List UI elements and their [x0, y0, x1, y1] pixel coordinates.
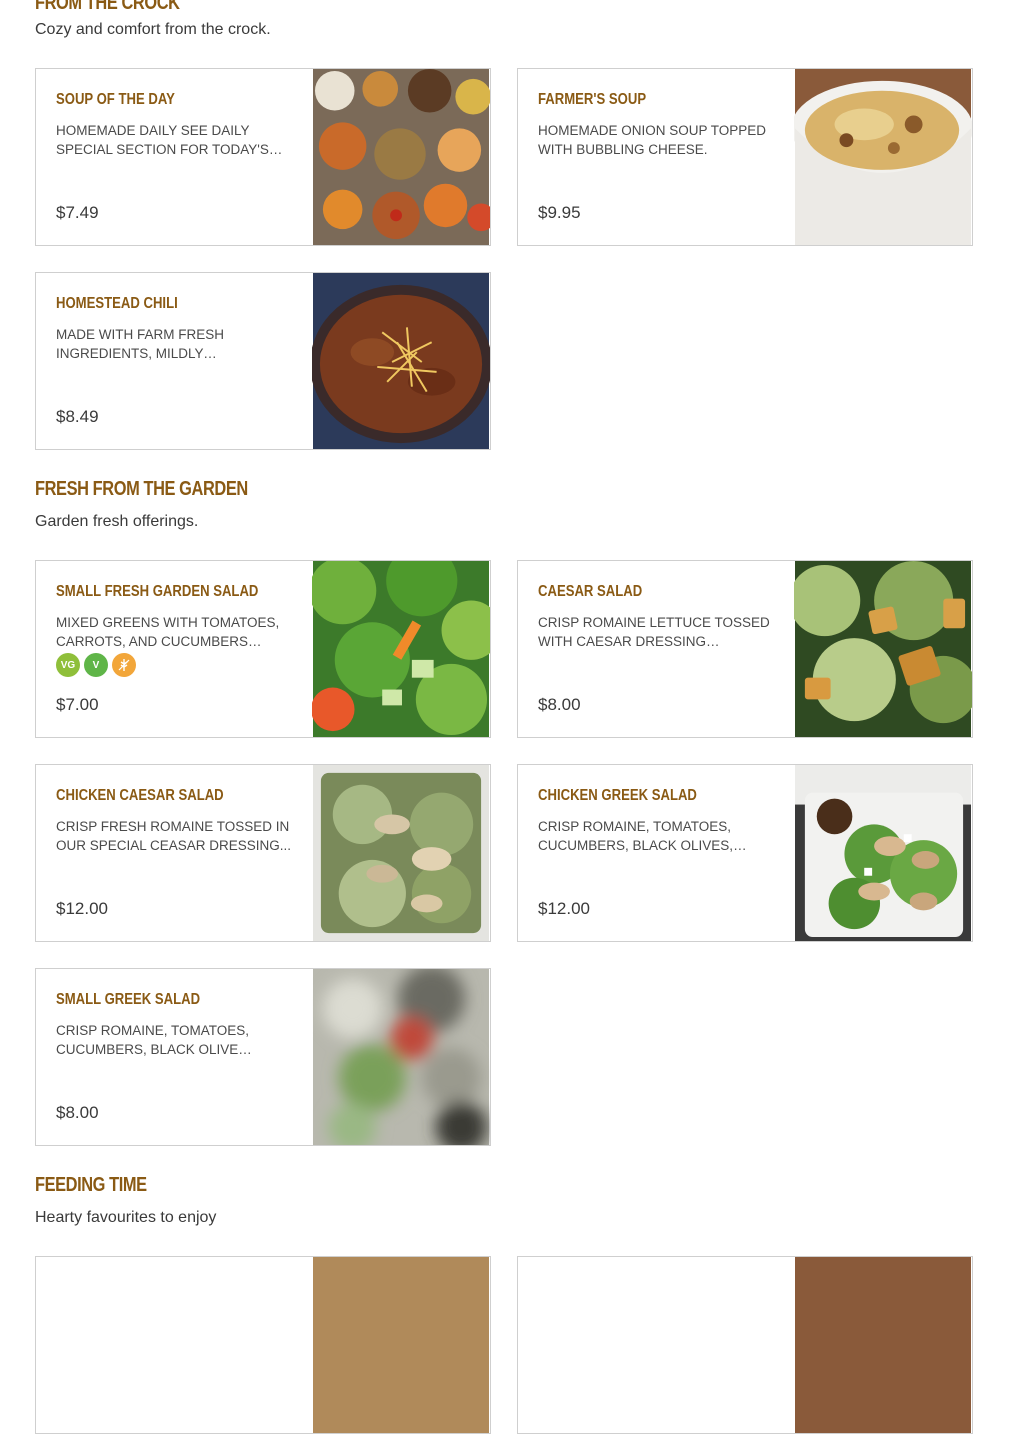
- section-subtitle-garden: Garden fresh offerings.: [35, 513, 199, 530]
- menu-item-card[interactable]: [517, 1256, 973, 1434]
- menu-item-name: CHICKEN GREEK SALAD: [538, 787, 697, 804]
- farmers-soup-image: [794, 69, 972, 245]
- menu-item-image: [794, 1257, 972, 1433]
- section-title-crock: FROM THE CROCK: [35, 0, 180, 14]
- menu-item-description: HOMEMADE ONION SOUP TOPPED WITH BUBBLING…: [538, 123, 767, 157]
- menu-item-price: $12.00: [56, 899, 108, 918]
- menu-item-price: $8.00: [538, 695, 581, 714]
- small-greek-salad-image: [312, 969, 490, 1145]
- vegan-icon: VG: [56, 653, 80, 677]
- chicken-greek-salad-image: [794, 765, 972, 941]
- menu-item-price: $9.95: [538, 203, 581, 222]
- vegetarian-icon: V: [84, 653, 108, 677]
- section-subtitle-crock: Cozy and comfort from the crock.: [35, 21, 271, 38]
- menu-item-name: SOUP OF THE DAY: [56, 91, 175, 108]
- menu-item-image: [312, 1257, 490, 1433]
- menu-item-card[interactable]: [35, 1256, 491, 1434]
- menu-item-description: CRISP ROMAINE LETTUCE TOSSED WITH CAESAR…: [538, 615, 770, 649]
- menu-item-name: HOMESTEAD CHILI: [56, 295, 178, 312]
- menu-item-price: $8.49: [56, 407, 99, 426]
- menu-item-name: CHICKEN CAESAR SALAD: [56, 787, 224, 804]
- menu-item-name: SMALL GREEK SALAD: [56, 991, 201, 1008]
- menu-item-card[interactable]: CAESAR SALAD CRISP ROMAINE LETTUCE TOSSE…: [517, 560, 973, 738]
- homestead-chili-image: [312, 273, 490, 449]
- menu-item-card[interactable]: SMALL GREEK SALAD CRISP ROMAINE, TOMATOE…: [35, 968, 491, 1146]
- section-title-garden: FRESH FROM THE GARDEN: [35, 478, 248, 500]
- menu-item-card[interactable]: CHICKEN GREEK SALAD CRISP ROMAINE, TOMAT…: [517, 764, 973, 942]
- caesar-salad-image: [794, 561, 972, 737]
- menu-item-price: $12.00: [538, 899, 590, 918]
- menu-item-description: CRISP ROMAINE, TOMATOES, CUCUMBERS, BLAC…: [538, 819, 734, 853]
- menu-item-name: CAESAR SALAD: [538, 583, 643, 600]
- section-title-feeding: FEEDING TIME: [35, 1174, 147, 1196]
- gluten-free-icon: [112, 653, 136, 677]
- menu-item-card[interactable]: SMALL FRESH GARDEN SALAD MIXED GREENS WI…: [35, 560, 491, 738]
- menu-item-name: FARMER'S SOUP: [538, 91, 647, 108]
- menu-item-description: CRISP ROMAINE, TOMATOES, CUCUMBERS, BLAC…: [56, 1023, 250, 1057]
- menu-item-name: SMALL FRESH GARDEN SALAD: [56, 583, 259, 600]
- menu-item-description: HOMEMADE DAILY SEE DAILY SPECIAL SECTION…: [56, 123, 269, 157]
- section-subtitle-feeding: Hearty favourites to enjoy: [35, 1209, 217, 1226]
- menu-item-description: MIXED GREENS WITH TOMATOES, CARROTS, AND…: [56, 615, 280, 649]
- menu-item-card[interactable]: FARMER'S SOUP HOMEMADE ONION SOUP TOPPED…: [517, 68, 973, 246]
- menu-item-price: $7.00: [56, 695, 99, 714]
- chicken-caesar-salad-image: [312, 765, 490, 941]
- menu-item-card[interactable]: SOUP OF THE DAY HOMEMADE DAILY SEE DAILY…: [35, 68, 491, 246]
- menu-item-card[interactable]: CHICKEN CAESAR SALAD CRISP FRESH ROMAINE…: [35, 764, 491, 942]
- garden-salad-image: [312, 561, 490, 737]
- menu-item-card[interactable]: HOMESTEAD CHILI MADE WITH FARM FRESH ING…: [35, 272, 491, 450]
- soup-of-the-day-image: [312, 69, 490, 245]
- menu-item-price: $7.49: [56, 203, 99, 222]
- dietary-badges: VG V: [56, 653, 136, 677]
- menu-item-description: MADE WITH FARM FRESH INGREDIENTS, MILDLY…: [56, 327, 224, 361]
- menu-item-description: CRISP FRESH ROMAINE TOSSED IN OUR SPECIA…: [56, 819, 292, 853]
- menu-item-price: $8.00: [56, 1103, 99, 1122]
